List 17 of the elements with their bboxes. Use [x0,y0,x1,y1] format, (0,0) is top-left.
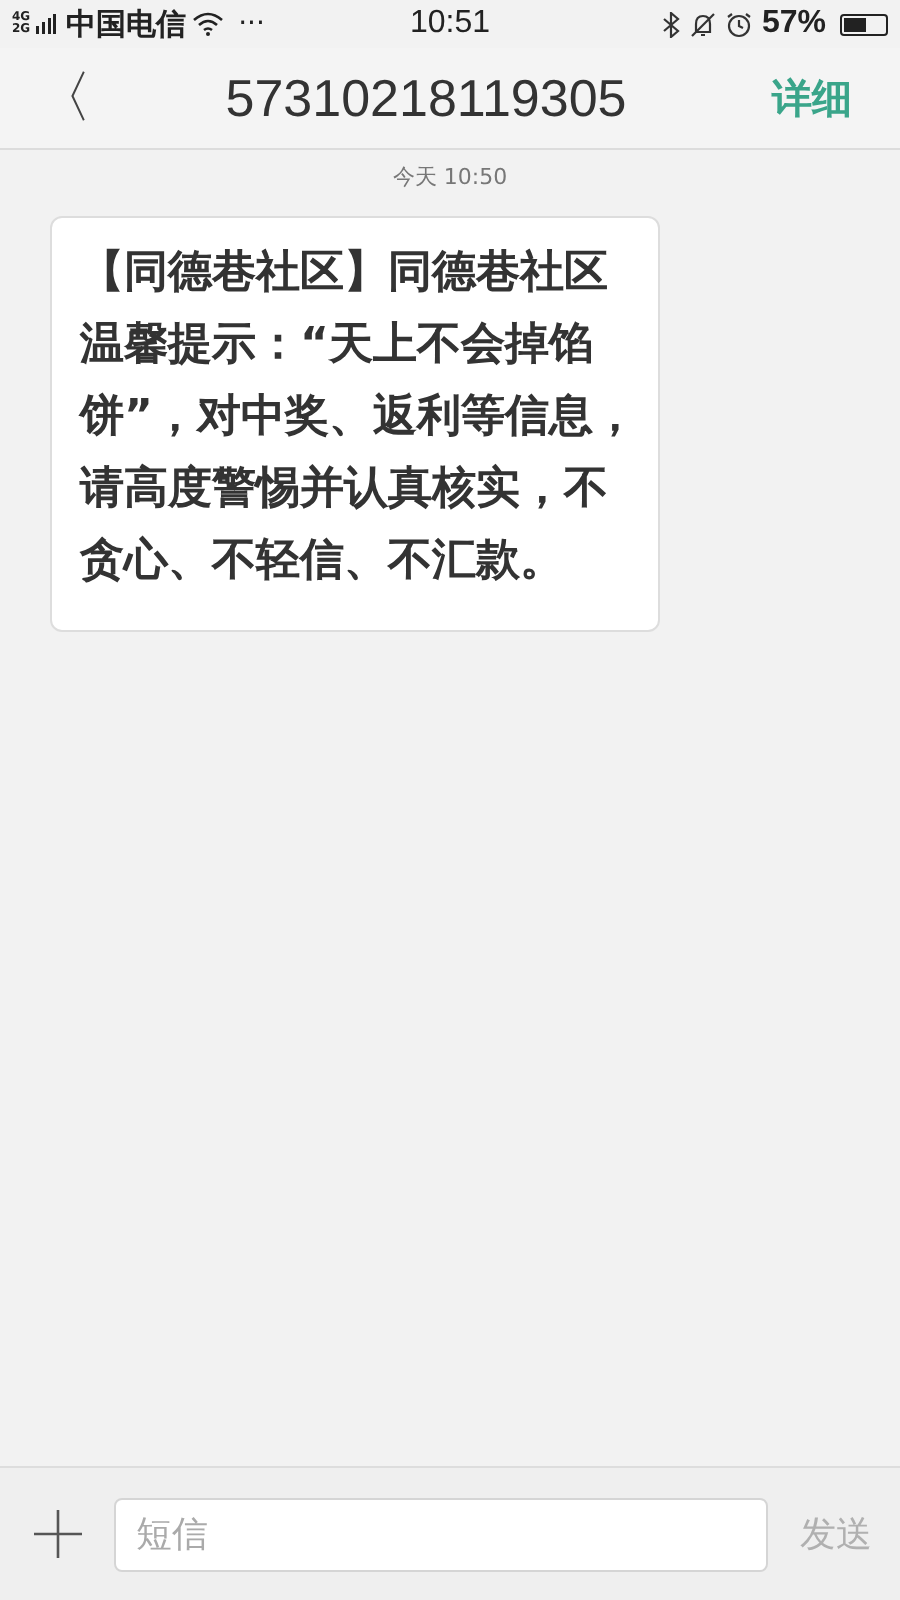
message-input[interactable]: 短信 [114,1497,768,1571]
details-button[interactable]: 详细 [752,71,900,125]
add-icon[interactable] [34,1510,82,1558]
bell-off-icon [689,11,716,37]
signal-icon [36,14,57,34]
clock-time: 10:51 [409,6,491,42]
bluetooth-icon [661,11,680,37]
carrier-name: 中国电信 [66,5,187,43]
message-bubble: 【同德巷社区】同德巷社区温馨提示：“天上不会掉馅饼”，对中奖、返利等信息，请高度警惕并认真核实，不贪心、不轻信、不汇款。 [50,216,660,632]
battery-icon [840,13,888,35]
contact-number: 57310218119305 [223,67,629,129]
more-indicator: ··· [238,8,265,40]
back-button[interactable]: 〈 [0,60,120,136]
wifi-icon [192,12,225,36]
message-timestamp: 今天 10:50 [392,162,508,192]
battery-percent: 57% [761,6,826,42]
alarm-icon [725,11,752,37]
